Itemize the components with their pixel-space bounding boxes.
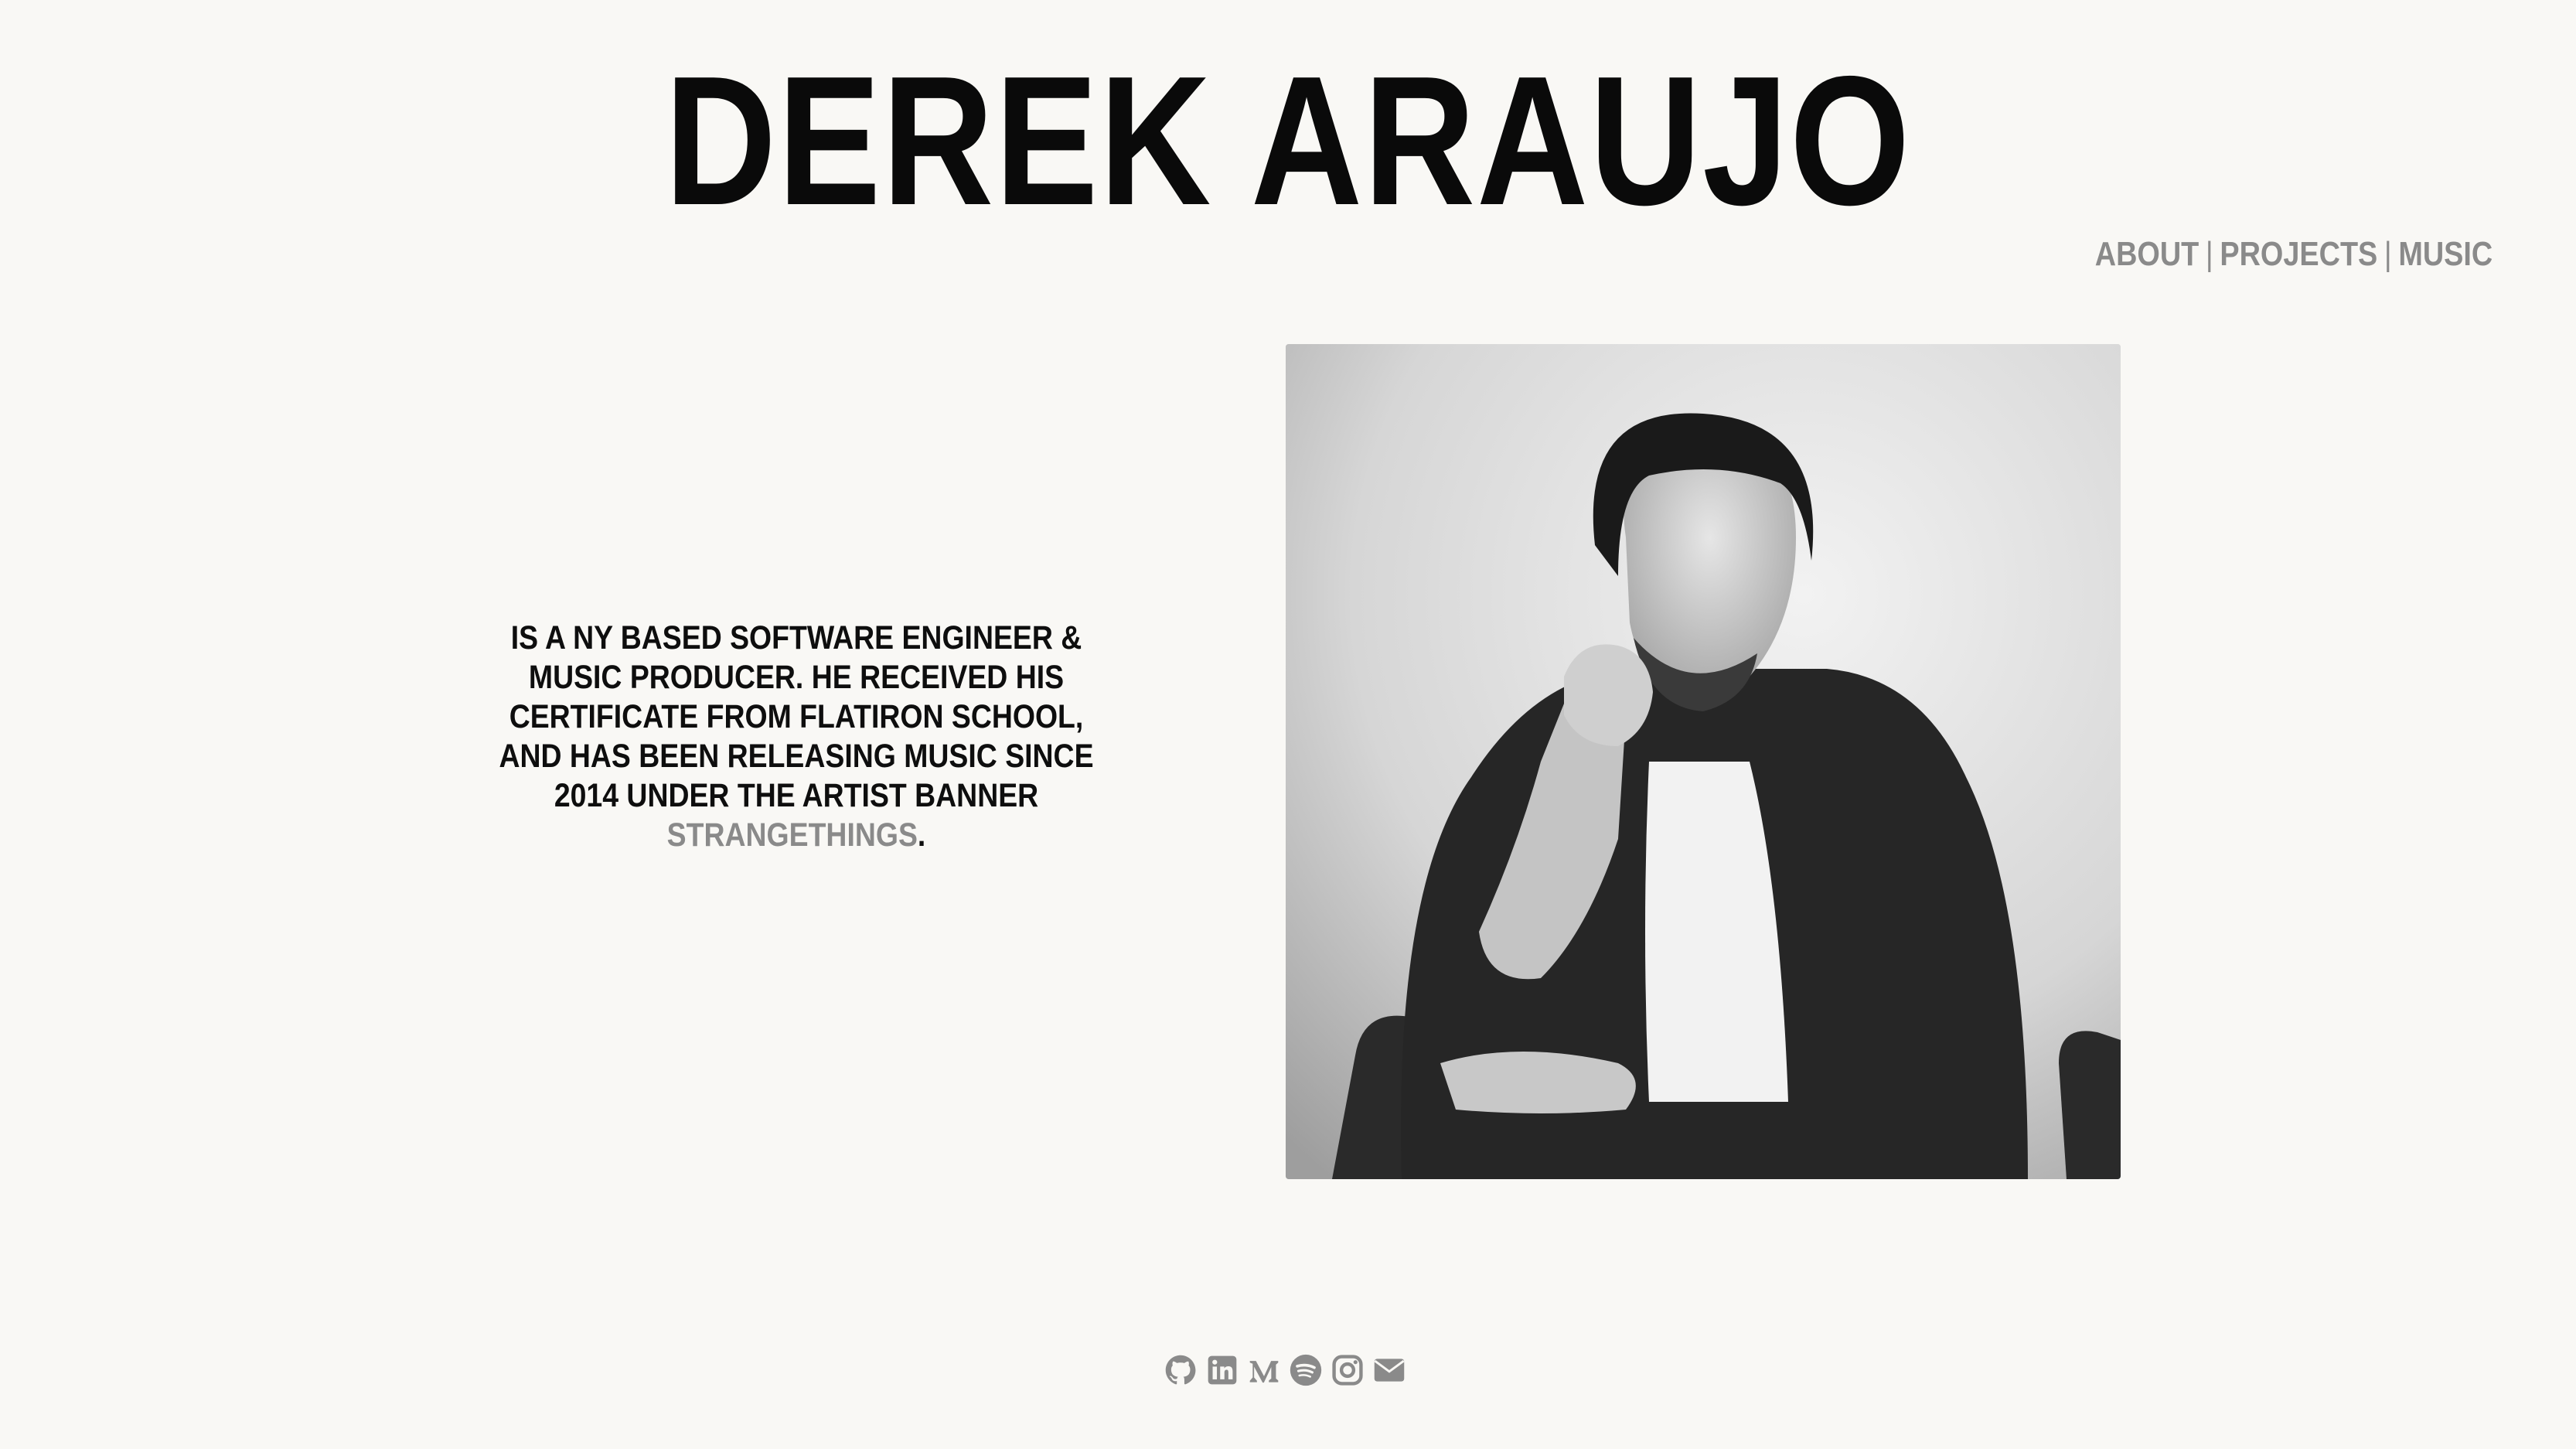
strangethings-link[interactable]: STRANGETHINGS	[667, 817, 918, 854]
bio-body: IS A NY BASED SOFTWARE ENGINEER & MUSIC …	[499, 619, 1094, 814]
social-links	[1164, 1352, 1406, 1389]
bio-end: .	[917, 817, 926, 854]
main-nav: ABOUT | PROJECTS | MUSIC	[2094, 234, 2493, 275]
nav-link-music[interactable]: MUSIC	[2398, 235, 2493, 273]
instagram-icon[interactable]	[1331, 1353, 1365, 1387]
medium-icon[interactable]	[1247, 1353, 1281, 1387]
spotify-icon[interactable]	[1289, 1353, 1323, 1387]
linkedin-icon[interactable]	[1205, 1353, 1239, 1387]
nav-separator: |	[2383, 235, 2392, 273]
envelope-icon[interactable]	[1372, 1353, 1406, 1387]
site-title: DEREK ARAUJO	[664, 39, 1912, 244]
nav-link-projects[interactable]: PROJECTS	[2220, 235, 2377, 273]
nav-link-about[interactable]: ABOUT	[2094, 235, 2199, 273]
portrait-photo	[1286, 344, 2121, 1179]
github-icon[interactable]	[1164, 1353, 1198, 1387]
nav-separator: |	[2205, 235, 2213, 273]
bio-text: IS A NY BASED SOFTWARE ENGINEER & MUSIC …	[480, 619, 1113, 855]
